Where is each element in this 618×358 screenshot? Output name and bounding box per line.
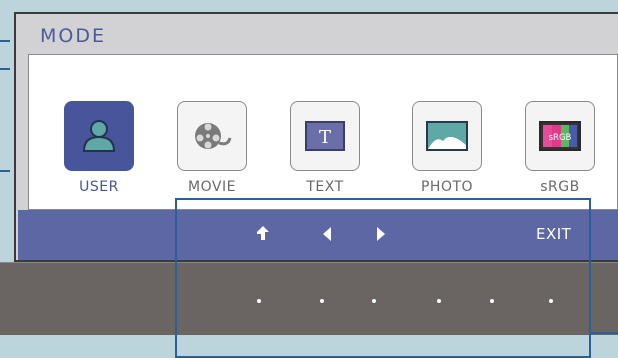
- osd-title: MODE: [40, 25, 106, 47]
- osd-panel: MODE USER MOVIE T TEXT PHOTO sRGB sRGB E…: [14, 12, 618, 262]
- srgb-icon: sRGB: [539, 121, 581, 151]
- mode-label-text: TEXT: [306, 179, 344, 195]
- return-arrow-icon[interactable]: [254, 224, 272, 246]
- left-edge-tick: [0, 170, 10, 172]
- mode-label-srgb: sRGB: [540, 179, 580, 195]
- text-icon-glyph: T: [319, 127, 331, 148]
- left-arrow-icon[interactable]: [320, 226, 334, 246]
- srgb-icon-glyph: sRGB: [549, 133, 572, 143]
- monitor-bezel: [0, 262, 618, 335]
- mode-tile-movie[interactable]: [177, 101, 247, 171]
- mode-item-movie[interactable]: MOVIE: [167, 101, 257, 195]
- text-icon: T: [305, 121, 345, 151]
- bezel-button-dot[interactable]: [490, 299, 494, 303]
- film-reel-icon: [195, 123, 232, 149]
- callout-connector-line: [590, 332, 618, 334]
- mode-label-user: USER: [79, 179, 119, 195]
- photo-icon: [426, 121, 468, 151]
- bezel-button-dot[interactable]: [372, 299, 376, 303]
- mode-label-movie: MOVIE: [188, 179, 236, 195]
- mode-tile-text[interactable]: T: [290, 101, 360, 171]
- mode-tile-srgb[interactable]: sRGB: [525, 101, 595, 171]
- osd-navigation-bar: EXIT: [18, 210, 618, 260]
- mode-tile-photo[interactable]: [412, 101, 482, 171]
- right-arrow-icon[interactable]: [374, 226, 388, 246]
- mode-item-srgb[interactable]: sRGB sRGB: [515, 101, 605, 195]
- left-edge-tick: [0, 40, 10, 42]
- bezel-button-dot[interactable]: [549, 299, 553, 303]
- bezel-button-dot[interactable]: [257, 299, 261, 303]
- user-icon: [82, 120, 116, 152]
- mode-selection-area: USER MOVIE T TEXT PHOTO sRGB sRGB: [28, 54, 618, 210]
- mode-tile-user[interactable]: [64, 101, 134, 171]
- mode-item-text[interactable]: T TEXT: [280, 101, 370, 195]
- bezel-button-dot[interactable]: [320, 299, 324, 303]
- bezel-button-dot[interactable]: [437, 299, 441, 303]
- mode-item-user[interactable]: USER: [54, 101, 144, 195]
- mode-label-photo: PHOTO: [420, 179, 474, 195]
- exit-button[interactable]: EXIT: [536, 225, 571, 243]
- left-edge-tick: [0, 68, 10, 70]
- mode-item-photo[interactable]: PHOTO: [402, 101, 492, 195]
